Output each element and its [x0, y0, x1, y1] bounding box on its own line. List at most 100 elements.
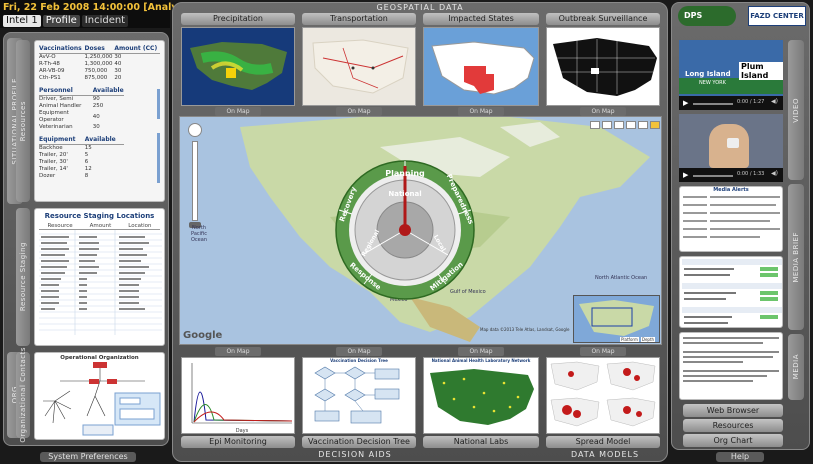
tab-precipitation[interactable]: Precipitation: [181, 13, 295, 25]
on-map-toggle[interactable]: On Map: [215, 107, 261, 116]
side-tab-video[interactable]: VIDEO: [788, 40, 804, 180]
pan-control[interactable]: [188, 123, 202, 137]
tab-incident[interactable]: Incident: [81, 15, 129, 27]
national-labs-thumb[interactable]: National Animal Health Laboratory Networ…: [423, 357, 539, 434]
epi-monitoring-thumb[interactable]: Days: [181, 357, 295, 434]
table-row: AvV-O 1,250,000 30: [39, 54, 122, 60]
help-button[interactable]: Help: [716, 452, 764, 462]
geospatial-title: GEOSPATIAL DATA: [376, 3, 464, 12]
video-time: 0:00 / 1:33: [737, 171, 765, 177]
top-bar: Fri, 22 Feb 2008 14:00:00 [Analysis] Int…: [0, 0, 196, 28]
play-icon[interactable]: ▶: [683, 171, 688, 179]
side-tab-media-brief[interactable]: MEDIA BRIEF: [788, 184, 804, 330]
map-label: North Atlantic Ocean: [595, 275, 648, 281]
table-row: R-Th-48 1,300,000 40: [39, 61, 122, 67]
on-map-toggle[interactable]: On Map: [336, 347, 382, 356]
map-tool-icon[interactable]: [602, 121, 612, 129]
table-row: Cth-PS1 875,000 20: [39, 75, 122, 81]
table-row: Trailer, 14' 12: [39, 166, 92, 172]
spread-model-thumb[interactable]: [546, 357, 660, 434]
map-tool-icon[interactable]: [650, 121, 660, 129]
map-tool-icon[interactable]: [614, 121, 624, 129]
dps-logo: DPS: [678, 6, 736, 26]
video-subcaption: NEW YORK: [699, 80, 726, 86]
overview-control[interactable]: Platform: [620, 337, 639, 342]
table-row: Backhoe 15: [39, 145, 92, 151]
video-title: Plum Island: [739, 62, 783, 80]
resources-button[interactable]: Resources: [683, 419, 783, 432]
wheel-label-national[interactable]: National: [388, 190, 421, 198]
media-alerts-list: [683, 196, 780, 238]
personnel-table: Personnel Available Driver, Semi 90 Animal…: [39, 86, 124, 130]
on-map-toggle[interactable]: On Map: [580, 347, 626, 356]
map-tool-icon[interactable]: [626, 121, 636, 129]
volume-icon[interactable]: ◀): [771, 170, 778, 177]
datetime-display: Fri, 22 Feb 2008 14:00:00 [Analysis]: [3, 2, 197, 13]
video-seekbar[interactable]: [693, 103, 733, 105]
map-tool-icon[interactable]: [638, 121, 648, 129]
tab-profile[interactable]: Profile: [42, 15, 80, 27]
context-tabs: Intel 1 Profile Incident: [3, 15, 129, 27]
side-tab-media[interactable]: MEDIA: [788, 334, 804, 400]
zoom-slider[interactable]: [192, 141, 198, 221]
decision-tree-thumb[interactable]: Vaccination Decision Tree: [302, 357, 416, 434]
vaccinations-table: Vaccinations Doses Amount (CC) AvV-O 1,250,…: [39, 44, 160, 82]
outbreak-surveillance-thumb[interactable]: [546, 27, 660, 106]
on-map-toggle[interactable]: On Map: [215, 347, 261, 356]
media-feed-text: [683, 337, 779, 382]
volume-icon[interactable]: ◀): [771, 98, 778, 105]
epi-x-label: Days: [236, 428, 249, 434]
tab-national-labs[interactable]: National Labs: [423, 436, 539, 448]
video-seekbar[interactable]: [693, 175, 733, 177]
tab-impacted-states[interactable]: Impacted States: [423, 13, 539, 25]
emergency-wheel[interactable]: Planning Preparedness Mitigation Respons…: [330, 160, 480, 310]
impacted-states-map: [431, 41, 535, 95]
tab-outbreak-surveillance[interactable]: Outbreak Surveillance: [546, 13, 660, 25]
table-row: Dozer 8: [39, 173, 89, 179]
org-chart-button[interactable]: Org Chart: [683, 434, 783, 447]
scrollbar[interactable]: [157, 133, 160, 183]
table-row: Animal Handler 250: [39, 103, 104, 109]
table-row: Driver, Semi 90: [39, 96, 100, 102]
org-chart-diagram: [43, 362, 161, 436]
video-player-1[interactable]: Long Island NEW YORK Plum Island ▶ 0:00 …: [679, 40, 783, 110]
on-map-toggle[interactable]: On Map: [458, 107, 504, 116]
play-icon[interactable]: ▶: [683, 99, 688, 107]
spread-model-maps: [550, 361, 656, 427]
web-browser-button[interactable]: Web Browser: [683, 404, 783, 417]
system-preferences-button[interactable]: System Preferences: [40, 452, 136, 462]
impacted-states-thumb[interactable]: [423, 27, 539, 106]
media-alerts-card: Media Alerts: [679, 186, 783, 252]
scrollbar[interactable]: [157, 89, 160, 119]
map-type-controls: [590, 121, 660, 129]
national-labs-map: [430, 369, 534, 425]
video-player-2[interactable]: ▶ 0:00 / 1:33 ◀): [679, 114, 783, 182]
side-tab-org-contacts[interactable]: Organizational Contacts: [16, 347, 30, 443]
side-tab-resource-staging[interactable]: Resource Staging: [16, 208, 30, 346]
tab-vaccination-decision-tree[interactable]: Vaccination Decision Tree: [302, 436, 416, 448]
overview-map[interactable]: [573, 295, 660, 343]
precipitation-thumb[interactable]: [181, 27, 295, 106]
table-row: Equipment Operator 40: [39, 110, 100, 123]
on-map-toggle[interactable]: On Map: [336, 107, 382, 116]
on-map-toggle[interactable]: On Map: [580, 107, 626, 116]
video-time: 0:00 / 1:27: [737, 99, 765, 105]
map-tool-icon[interactable]: [590, 121, 600, 129]
decision-aids-title: DECISION AIDS: [318, 450, 392, 459]
on-map-toggle[interactable]: On Map: [458, 347, 504, 356]
transportation-thumb[interactable]: [302, 27, 416, 106]
epi-curve-chart: Days: [191, 363, 293, 434]
tab-spread-model[interactable]: Spread Model: [546, 436, 660, 448]
media-feed-card: [679, 332, 783, 400]
overview-control[interactable]: Depth: [640, 337, 656, 342]
side-tab-resources[interactable]: Resources: [16, 40, 30, 202]
org-chart-title: Operational Organization: [60, 355, 139, 361]
tab-transportation[interactable]: Transportation: [302, 13, 416, 25]
media-brief-table: [679, 256, 783, 328]
tab-intel[interactable]: Intel 1: [3, 15, 41, 27]
table-row: Trailer, 20' 5: [39, 152, 89, 158]
wheel-label-planning[interactable]: Planning: [385, 169, 425, 178]
tab-epi-monitoring[interactable]: Epi Monitoring: [181, 436, 295, 448]
play-overlay-icon[interactable]: [727, 138, 739, 148]
google-logo: Google: [183, 330, 223, 341]
